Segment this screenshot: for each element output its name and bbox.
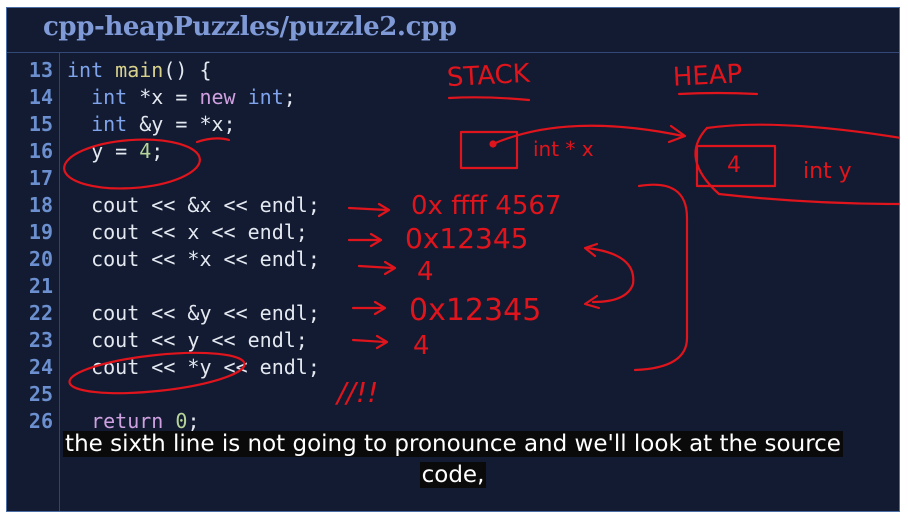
code-line: 20 cout << *x << endl;: [7, 246, 899, 273]
line-number: 15: [28, 112, 53, 136]
code-line: 24 cout << *y << endl;: [7, 354, 899, 381]
code-line: 25: [7, 381, 899, 408]
code-line: 23 cout << y << endl;: [7, 327, 899, 354]
line-number: 17: [28, 166, 53, 190]
line-number: 16: [28, 139, 53, 163]
code-token: cout << x << endl;: [67, 220, 308, 244]
code-token: 4: [139, 139, 152, 163]
code-line: 13 int main() {: [7, 57, 899, 84]
video-frame: cpp-heapPuzzles/puzzle2.cpp 13 int main()…: [6, 7, 900, 512]
code-line: 14 int *x = new int;: [7, 84, 899, 111]
code-line: 19 cout << x << endl;: [7, 219, 899, 246]
code-token: y =: [67, 139, 140, 163]
code-text: cout << x << endl;: [67, 219, 308, 246]
code-token: ;: [151, 139, 164, 163]
code-token: cout << &x << endl;: [67, 193, 320, 217]
subtitle-caption: the sixth line is not going to pronounce…: [7, 429, 899, 491]
code-line: 22 cout << &y << endl;: [7, 300, 899, 327]
code-token: cout << &y << endl;: [67, 301, 320, 325]
code-text: cout << y << endl;: [67, 327, 308, 354]
code-text: int main() {: [67, 57, 212, 84]
code-text: int *x = new int;: [67, 84, 296, 111]
caption-line-1: the sixth line is not going to pronounce…: [63, 431, 843, 457]
code-editor: 13 int main() {14 int *x = new int; 15 int…: [7, 57, 899, 435]
code-line: 18 cout << &x << endl;: [7, 192, 899, 219]
code-token: int: [67, 58, 104, 82]
code-text: int &y = *x;: [67, 111, 236, 138]
code-token: cout << y << endl;: [67, 328, 308, 352]
code-token: cout << *y << endl;: [67, 355, 320, 379]
title-divider: [7, 52, 899, 53]
code-token: int: [91, 112, 128, 136]
code-token: &y = *x;: [127, 112, 236, 136]
code-token: ;: [283, 85, 296, 109]
line-number: 19: [28, 220, 53, 244]
code-token: int: [91, 85, 128, 109]
code-line: 16 y = 4;: [7, 138, 899, 165]
code-token: new: [199, 85, 236, 109]
code-token: *x =: [127, 85, 200, 109]
code-text: cout << *x << endl;: [67, 246, 320, 273]
line-number: 13: [28, 58, 53, 82]
code-line: 21: [7, 273, 899, 300]
file-title: cpp-heapPuzzles/puzzle2.cpp: [43, 12, 457, 42]
code-token: cout << *x << endl;: [67, 247, 320, 271]
line-number: 18: [28, 193, 53, 217]
code-text: y = 4;: [67, 138, 163, 165]
line-number: 14: [28, 85, 53, 109]
code-token: int: [247, 85, 284, 109]
code-token: () {: [163, 58, 212, 82]
line-number: 21: [28, 274, 53, 298]
code-token: main: [115, 58, 164, 82]
line-number: 20: [28, 247, 53, 271]
caption-line-2: code,: [419, 462, 487, 488]
line-number: 24: [28, 355, 53, 379]
code-line: 17: [7, 165, 899, 192]
code-text: cout << *y << endl;: [67, 354, 320, 381]
code-text: cout << &x << endl;: [67, 192, 320, 219]
code-text: cout << &y << endl;: [67, 300, 320, 327]
line-number: 22: [28, 301, 53, 325]
line-number: 25: [28, 382, 53, 406]
line-number: 23: [28, 328, 53, 352]
code-line: 15 int &y = *x;: [7, 111, 899, 138]
